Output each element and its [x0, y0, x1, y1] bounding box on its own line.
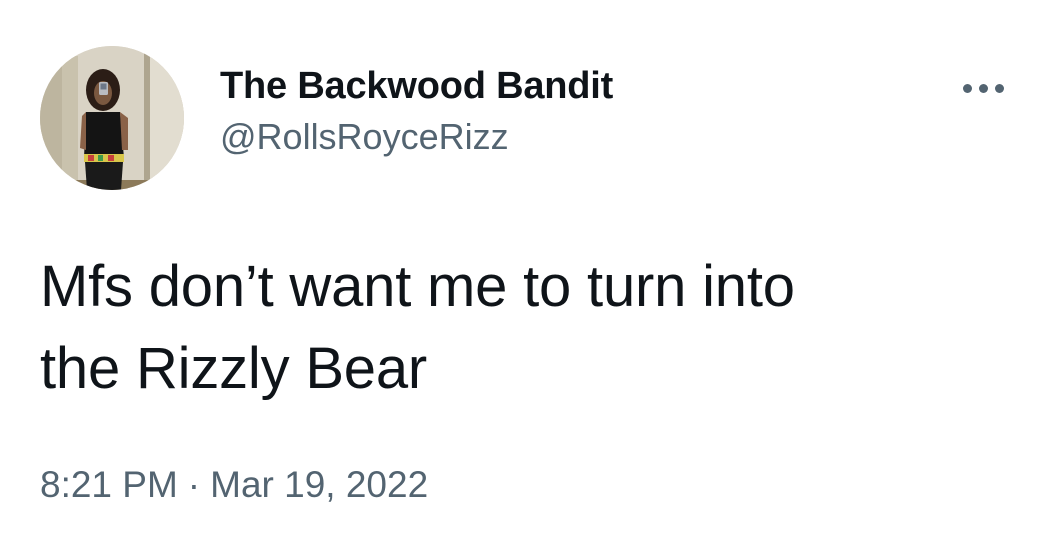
user-handle[interactable]: @RollsRoyceRizz [220, 115, 613, 159]
tweet-date[interactable]: Mar 19, 2022 [210, 464, 428, 505]
meta-separator: · [187, 464, 201, 505]
more-horizontal-icon [962, 84, 1006, 94]
tweet-time[interactable]: 8:21 PM [40, 464, 178, 505]
avatar-photo [40, 46, 184, 190]
author-block: The Backwood Bandit @RollsRoyceRizz [220, 63, 613, 159]
tweet-text-line: the Rizzly Bear [40, 336, 428, 401]
display-name[interactable]: The Backwood Bandit [220, 63, 613, 109]
tweet-metadata: 8:21 PM · Mar 19, 2022 [40, 460, 428, 510]
avatar[interactable] [40, 46, 184, 190]
tweet-text-line: Mfs don’t want me to turn into [40, 254, 795, 319]
tweet: The Backwood Bandit @RollsRoyceRizz Mfs … [0, 0, 1056, 560]
tweet-text: Mfs don’t want me to turn into the Rizzl… [40, 246, 1020, 410]
more-options-button[interactable] [948, 62, 1020, 118]
